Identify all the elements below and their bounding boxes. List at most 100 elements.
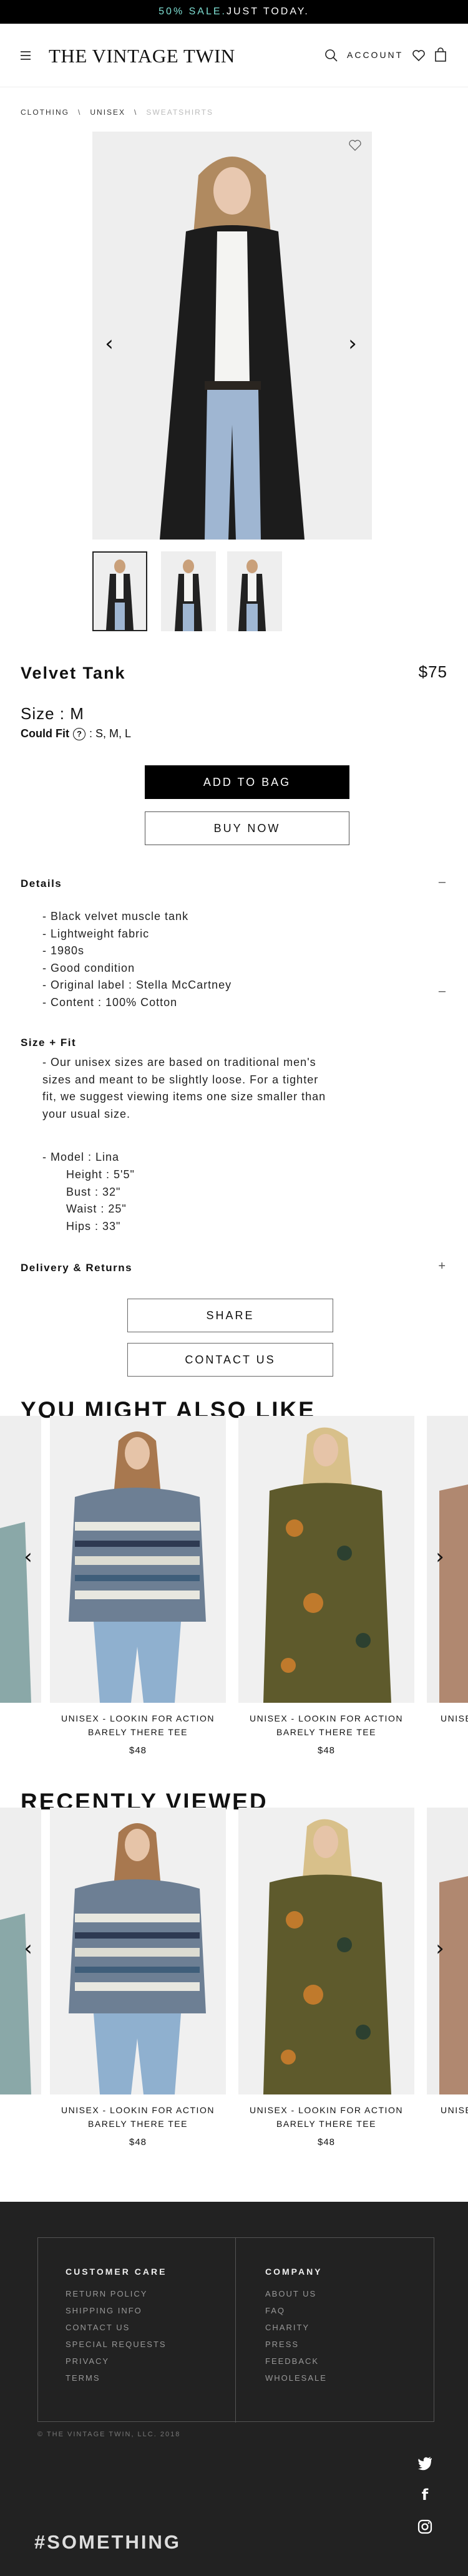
footer-link-special-requests[interactable]: SPECIAL REQUESTS <box>66 2336 167 2353</box>
menu-icon[interactable] <box>21 51 31 60</box>
could-fit-sizes: : S, M, L <box>89 727 132 740</box>
bag-icon[interactable] <box>434 47 447 62</box>
product-card-name-partial[interactable]: UNISE <box>441 2103 468 2117</box>
contact-us-button[interactable]: CONTACT US <box>127 1343 333 1377</box>
footer-link-wholesale[interactable]: WHOLESALE <box>265 2370 327 2386</box>
product-card-name[interactable]: UNISEX - LOOKIN FOR ACTION BARELY THERE … <box>50 1712 226 1739</box>
details-item: - Lightweight fabric <box>42 927 150 940</box>
model-bust: Bust : 32" <box>66 1185 121 1198</box>
thumbnail-1[interactable] <box>92 551 147 631</box>
instagram-icon[interactable] <box>417 2519 433 2535</box>
hashtag: #SOMETHING <box>34 2531 181 2553</box>
product-card-image[interactable] <box>238 1416 414 1703</box>
footer-divider <box>235 2238 236 2423</box>
details-item: - Good condition <box>42 961 135 974</box>
product-card-name-line: BARELY THERE TEE <box>88 1727 188 1737</box>
twitter-icon[interactable] <box>417 2454 433 2471</box>
promo-bar: 50% SALE. JUST TODAY. <box>0 0 468 24</box>
size-fit-text: - Our unisex sizes are based on traditio… <box>42 1056 326 1120</box>
footer-link-terms[interactable]: TERMS <box>66 2370 167 2386</box>
site-footer: CUSTOMER CARE RETURN POLICY SHIPPING INF… <box>0 2202 468 2576</box>
company-links: ABOUT US FAQ CHARITY PRESS FEEDBACK WHOL… <box>265 2285 327 2386</box>
could-fit-label: Could Fit <box>21 727 69 740</box>
product-price: $75 <box>418 662 447 681</box>
footer-link-faq[interactable]: FAQ <box>265 2302 327 2319</box>
prev-image-arrow[interactable]: ‹ <box>100 331 119 356</box>
delivery-expand-toggle[interactable]: + <box>438 1259 446 1274</box>
product-card-name[interactable]: UNISEX - LOOKIN FOR ACTION BARELY THERE … <box>50 2103 226 2131</box>
footer-link-contact-us[interactable]: CONTACT US <box>66 2319 167 2336</box>
details-heading[interactable]: Details <box>21 878 62 890</box>
breadcrumb-separator: \ <box>78 108 82 117</box>
product-card-name-line: UNISEX - LOOKIN FOR ACTION <box>250 2105 403 2115</box>
product-card-image[interactable] <box>50 1416 226 1703</box>
breadcrumb: CLOTHING \ UNISEX \ SWEATSHIRTS <box>21 108 213 117</box>
also-like-prev-arrow[interactable]: ‹ <box>19 1544 37 1569</box>
product-card-name-line: BARELY THERE TEE <box>88 2119 188 2129</box>
product-card-name-partial[interactable]: UNISE <box>441 1712 468 1725</box>
details-list: - Black velvet muscle tank - Lightweight… <box>42 908 232 1011</box>
details-item: - 1980s <box>42 944 85 957</box>
footer-link-press[interactable]: PRESS <box>265 2336 327 2353</box>
product-size: Size : M <box>21 704 84 723</box>
product-card-image[interactable] <box>50 1808 226 2094</box>
promo-text: JUST TODAY. <box>226 6 310 17</box>
model-name: - Model : Lina <box>42 1151 120 1163</box>
heart-icon[interactable] <box>412 49 426 62</box>
customer-care-links: RETURN POLICY SHIPPING INFO CONTACT US S… <box>66 2285 167 2386</box>
footer-link-return-policy[interactable]: RETURN POLICY <box>66 2285 167 2302</box>
help-icon[interactable]: ? <box>72 727 85 740</box>
details-side-toggle[interactable]: – <box>439 984 446 999</box>
delivery-returns-heading[interactable]: Delivery & Returns <box>21 1262 132 1274</box>
copyright: © THE VINTAGE TWIN, LLC. 2018 <box>37 2431 181 2438</box>
footer-link-privacy[interactable]: PRIVACY <box>66 2353 167 2370</box>
size-fit-heading: Size + Fit <box>21 1037 77 1048</box>
product-card-name-line: UNISEX - LOOKIN FOR ACTION <box>61 2105 215 2115</box>
thumbnail-3[interactable] <box>227 551 282 631</box>
thumbnail-2[interactable] <box>161 551 216 631</box>
details-collapse-toggle[interactable]: – <box>439 875 446 889</box>
product-card-price: $48 <box>129 1745 147 1756</box>
promo-sale: 50% SALE. <box>158 6 227 17</box>
product-card-name-line: BARELY THERE TEE <box>276 2119 376 2129</box>
breadcrumb-separator: \ <box>134 108 138 117</box>
next-image-arrow[interactable]: › <box>343 331 362 356</box>
also-like-next-arrow[interactable]: › <box>431 1544 449 1569</box>
details-item: - Content : 100% Cotton <box>42 995 178 1009</box>
breadcrumb-unisex[interactable]: UNISEX <box>90 108 125 117</box>
model-waist: Waist : 25" <box>66 1203 127 1215</box>
model-measurements: Height : 5'5" Bust : 32" Waist : 25" Hip… <box>66 1166 135 1235</box>
product-title: Velvet Tank <box>21 664 126 682</box>
details-item: - Original label : Stella McCartney <box>42 979 232 991</box>
product-card-image[interactable] <box>238 1808 414 2094</box>
buy-now-button[interactable]: BUY NOW <box>145 811 349 845</box>
product-card-price: $48 <box>317 2137 336 2147</box>
wishlist-heart-icon[interactable] <box>348 138 362 152</box>
share-button[interactable]: SHARE <box>127 1299 333 1332</box>
footer-link-about-us[interactable]: ABOUT US <box>265 2285 327 2302</box>
product-card-name[interactable]: UNISEX - LOOKIN FOR ACTION BARELY THERE … <box>238 2103 414 2131</box>
product-card-name-line: UNISEX - LOOKIN FOR ACTION <box>250 1713 403 1723</box>
account-link[interactable]: ACCOUNT <box>347 50 403 60</box>
footer-link-shipping-info[interactable]: SHIPPING INFO <box>66 2302 167 2319</box>
product-card-name-line: UNISEX - LOOKIN FOR ACTION <box>61 1713 215 1723</box>
breadcrumb-sweatshirts: SWEATSHIRTS <box>146 108 213 117</box>
site-logo[interactable]: THE VINTAGE TWIN <box>49 45 235 67</box>
recently-viewed-next-arrow[interactable]: › <box>431 1936 449 1961</box>
search-icon[interactable] <box>324 49 338 62</box>
site-header: THE VINTAGE TWIN ACCOUNT <box>0 24 468 87</box>
product-card-price: $48 <box>129 2137 147 2147</box>
product-card-name[interactable]: UNISEX - LOOKIN FOR ACTION BARELY THERE … <box>238 1712 414 1739</box>
could-fit-row: Could Fit ? : S, M, L <box>21 727 131 740</box>
add-to-bag-button[interactable]: ADD TO BAG <box>145 765 349 799</box>
footer-link-feedback[interactable]: FEEDBACK <box>265 2353 327 2370</box>
product-main-image <box>92 132 372 540</box>
facebook-icon[interactable]: f <box>417 2487 433 2503</box>
footer-link-charity[interactable]: CHARITY <box>265 2319 327 2336</box>
details-item: - Black velvet muscle tank <box>42 910 189 922</box>
model-hips: Hips : 33" <box>66 1219 121 1232</box>
model-height: Height : 5'5" <box>66 1168 135 1181</box>
breadcrumb-clothing[interactable]: CLOTHING <box>21 108 69 117</box>
recently-viewed-prev-arrow[interactable]: ‹ <box>19 1936 37 1961</box>
product-card-name-line: BARELY THERE TEE <box>276 1727 376 1737</box>
